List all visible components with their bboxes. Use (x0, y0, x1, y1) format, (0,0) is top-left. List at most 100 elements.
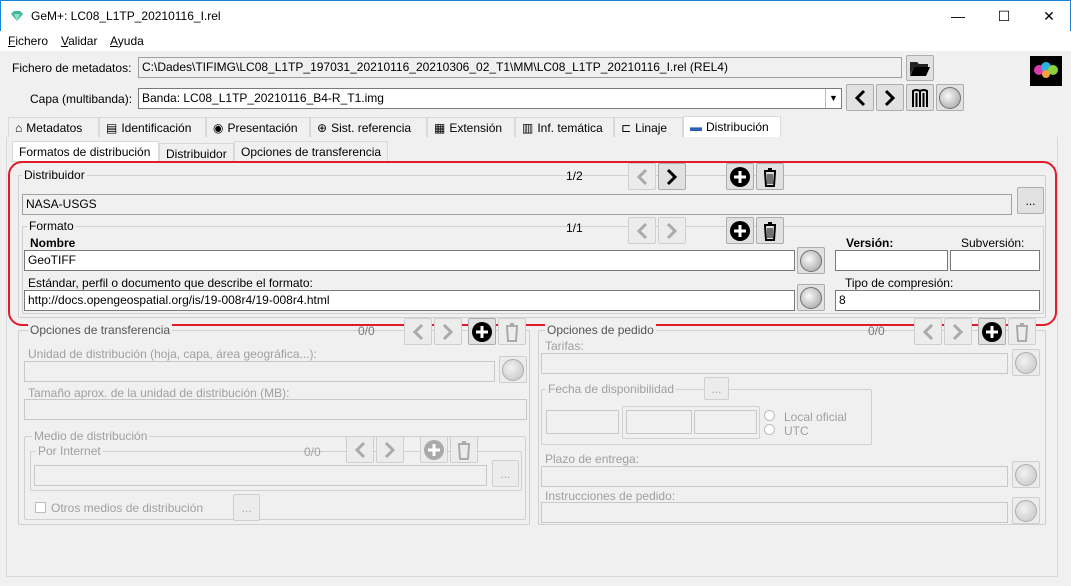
subtab-formatos[interactable]: Formatos de distribución (12, 141, 159, 161)
format-compression-input[interactable]: 8 (835, 290, 1040, 311)
tab-distribucion[interactable]: ▬ Distribución (683, 116, 781, 138)
order-next-button[interactable] (944, 318, 972, 345)
columns-icon (912, 88, 928, 107)
internet-input[interactable] (34, 465, 487, 486)
transfer-prev-button[interactable] (404, 318, 432, 345)
tab-label: Presentación (227, 121, 298, 135)
subtab-label: Formatos de distribución (19, 145, 151, 159)
transfer-add-button[interactable] (468, 318, 496, 345)
tag-icon: ⌂ (15, 121, 23, 135)
delivery-globe-button[interactable] (1012, 461, 1040, 488)
distributor-next-button[interactable] (658, 163, 686, 190)
app-gem-icon (11, 11, 23, 21)
format-standard-globe-button[interactable] (797, 284, 825, 311)
availability-date-input[interactable] (546, 410, 619, 434)
format-delete-button[interactable] (756, 217, 784, 244)
format-counter: 1/1 (566, 221, 583, 235)
transfer-delete-button[interactable] (498, 318, 526, 345)
chevron-left-icon (854, 89, 866, 106)
availability-minute-input[interactable] (694, 410, 757, 434)
format-next-button[interactable] (658, 217, 686, 244)
tab-label: Linaje (635, 121, 668, 135)
local-radio[interactable] (764, 410, 775, 421)
tab-metadatos[interactable]: ⌂ Metadatos (8, 117, 99, 137)
format-standard-input[interactable]: http://docs.opengeospatial.org/is/19-008… (24, 290, 795, 311)
layer-select[interactable]: Banda: LC08_L1TP_20210116_B4-R_T1.img ▼ (138, 88, 842, 109)
internet-add-button[interactable] (420, 436, 448, 463)
order-delete-button[interactable] (1008, 318, 1036, 345)
layer-globe-button[interactable] (936, 84, 964, 111)
order-options-legend: Opciones de pedido (545, 323, 656, 337)
minimize-button[interactable]: — (935, 1, 981, 31)
tab-extension[interactable]: ▦ Extensión (427, 117, 515, 137)
tree-icon: ⊏ (621, 121, 632, 135)
menu-fichero[interactable]: Fichero (8, 34, 48, 48)
format-add-button[interactable] (726, 217, 754, 244)
prev-layer-button[interactable] (846, 84, 874, 111)
distributor-delete-button[interactable] (756, 163, 784, 190)
id-card-icon: ▤ (106, 121, 118, 135)
tab-label: Extensión (449, 121, 503, 135)
availability-hour-input[interactable] (626, 410, 692, 434)
subtab-label: Distribuidor (166, 147, 227, 161)
format-name-input[interactable]: GeoTIFF (24, 250, 795, 271)
instructions-globe-button[interactable] (1012, 497, 1040, 524)
chevron-left-icon (354, 441, 366, 458)
distributor-prev-button[interactable] (628, 163, 656, 190)
format-subversion-input[interactable] (950, 250, 1040, 271)
distribution-unit-globe-button[interactable] (499, 356, 527, 383)
subtab-distribuidor[interactable]: Distribuidor (159, 143, 234, 162)
utc-radio[interactable] (764, 424, 775, 435)
tab-sist-referencia[interactable]: ⊕ Sist. referencia (310, 117, 427, 137)
subtab-opciones[interactable]: Opciones de transferencia (234, 141, 388, 161)
distributor-more-button[interactable]: ... (1017, 187, 1044, 214)
order-add-button[interactable] (978, 318, 1006, 345)
tab-linaje[interactable]: ⊏ Linaje (614, 117, 683, 137)
fees-globe-button[interactable] (1012, 349, 1040, 376)
truck-icon: ▬ (690, 120, 702, 134)
tab-presentacion[interactable]: ◉ Presentación (206, 117, 310, 137)
order-prev-button[interactable] (914, 318, 942, 345)
open-folder-button[interactable] (906, 55, 934, 81)
transfer-next-button[interactable] (434, 318, 462, 345)
format-prev-button[interactable] (628, 217, 656, 244)
menu-ayuda[interactable]: Ayuda (110, 34, 144, 48)
distributor-add-button[interactable] (726, 163, 754, 190)
close-button[interactable]: ✕ (1026, 1, 1071, 31)
plus-circle-icon (730, 220, 750, 241)
tab-inf-tematica[interactable]: ▥ Inf. temática (515, 117, 614, 137)
tab-label: Inf. temática (537, 121, 603, 135)
trash-icon (764, 167, 776, 187)
tab-identificacion[interactable]: ▤ Identificación (99, 117, 206, 137)
menu-validar[interactable]: Validar (61, 34, 97, 48)
other-media-checkbox[interactable] (35, 502, 46, 513)
internet-prev-button[interactable] (346, 436, 374, 463)
other-media-more-button[interactable]: ... (233, 494, 260, 521)
eye-icon: ◉ (213, 121, 224, 135)
format-name-globe-button[interactable] (797, 247, 825, 274)
distributor-counter: 1/2 (566, 169, 583, 183)
maximize-button[interactable]: ☐ (981, 1, 1027, 31)
internet-delete-button[interactable] (450, 436, 478, 463)
chevron-down-icon[interactable]: ▼ (825, 89, 841, 108)
plus-circle-icon (982, 321, 1002, 342)
next-layer-button[interactable] (876, 84, 904, 111)
format-version-input[interactable] (835, 250, 948, 271)
chevron-left-icon (922, 323, 934, 340)
delivery-label: Plazo de entrega: (545, 452, 640, 466)
globe-small-icon: ⊕ (317, 121, 328, 135)
format-legend: Formato (27, 219, 76, 233)
instructions-input[interactable] (541, 502, 1008, 523)
delivery-input[interactable] (541, 466, 1008, 487)
trash-icon (1016, 322, 1028, 342)
internet-next-button[interactable] (376, 436, 404, 463)
tab-label: Identificación (121, 121, 192, 135)
chevron-left-icon (412, 323, 424, 340)
internet-more-button[interactable]: ... (492, 460, 519, 487)
format-standard-label: Estándar, perfil o documento que describ… (28, 276, 313, 290)
fees-input[interactable] (541, 353, 1008, 374)
distribution-unit-input[interactable] (24, 361, 495, 382)
unit-size-input[interactable] (24, 399, 527, 420)
multiband-button[interactable] (906, 84, 934, 111)
availability-more-button[interactable]: ... (704, 377, 729, 400)
